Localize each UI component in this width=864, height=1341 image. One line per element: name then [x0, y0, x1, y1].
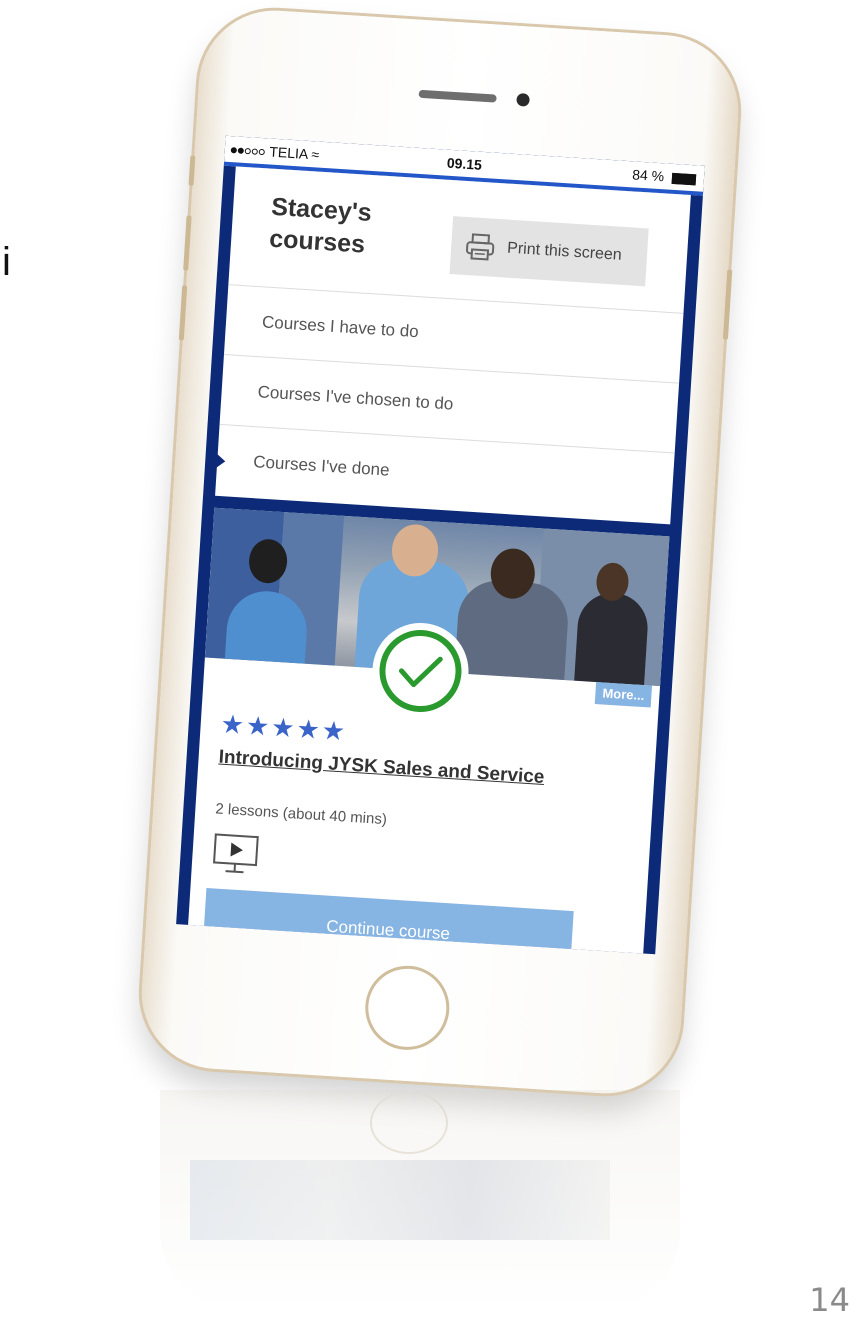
star-rating: ★★★★★ [219, 708, 349, 747]
reflection-home-button [370, 1092, 448, 1154]
course-menu-card: Stacey's courses Print this screen Cours… [214, 166, 691, 525]
completed-badge [369, 620, 472, 722]
menu-item-label: Courses I have to do [261, 312, 420, 342]
print-screen-button[interactable]: Print this screen [449, 216, 649, 287]
video-icon [213, 833, 259, 874]
phone-screen: TELIA ≈ 09.15 84 % Stacey's courses Prin… [176, 135, 705, 955]
menu-item-label: Courses I've chosen to do [257, 382, 454, 414]
battery-status: 84 % [632, 166, 697, 186]
course-card: More... ★★★★★ Introducing JYSK Sales and… [187, 507, 670, 955]
battery-percent: 84 % [631, 166, 665, 185]
printer-icon [466, 233, 495, 261]
slide-side-glyph: i [2, 240, 11, 284]
slide-page-number: 14 [809, 1281, 850, 1319]
print-button-label: Print this screen [506, 239, 623, 264]
reflection-image [190, 1160, 610, 1240]
course-title-link[interactable]: Introducing JYSK Sales and Service [218, 747, 545, 789]
active-indicator [214, 452, 226, 470]
battery-icon [671, 172, 697, 186]
page-title: Stacey's courses [268, 192, 373, 259]
checkmark-icon [379, 630, 462, 713]
phone-mockup: TELIA ≈ 09.15 84 % Stacey's courses Prin… [137, 6, 743, 1098]
menu-item-label: Courses I've done [252, 452, 391, 480]
more-button[interactable]: More... [594, 682, 653, 708]
lesson-count: 2 lessons (about 40 mins) [214, 800, 388, 829]
